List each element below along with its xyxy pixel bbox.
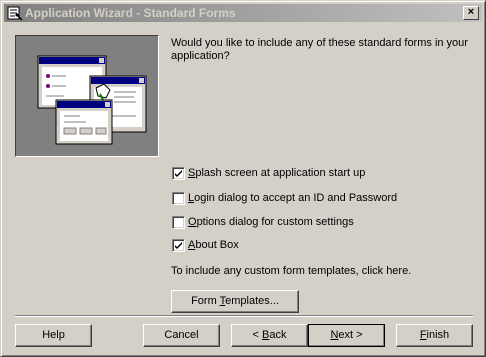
help-button[interactable]: Help bbox=[15, 324, 92, 347]
form-templates-label: Form Templates... bbox=[191, 295, 279, 307]
finish-label: Finish bbox=[419, 329, 450, 341]
back-button[interactable]: < Back bbox=[231, 324, 308, 347]
cancel-label: Cancel bbox=[164, 329, 199, 341]
checkmark-icon bbox=[175, 241, 182, 249]
splash-screen-checkbox[interactable] bbox=[172, 166, 185, 180]
window-title: Application Wizard - Standard Forms bbox=[25, 6, 236, 20]
forms-illustration bbox=[15, 35, 159, 157]
login-dialog-option[interactable]: Login dialog to accept an ID and Passwor… bbox=[172, 191, 397, 205]
about-box-option[interactable]: About Box bbox=[172, 238, 239, 252]
splash-screen-label: Splash screen at application start up bbox=[188, 167, 366, 179]
back-label: < Back bbox=[252, 329, 287, 341]
custom-templates-hint: To include any custom form templates, cl… bbox=[171, 265, 412, 277]
splash-screen-option[interactable]: Splash screen at application start up bbox=[172, 166, 365, 180]
next-label: Next > bbox=[330, 329, 363, 341]
options-dialog-option[interactable]: Options dialog for custom settings bbox=[172, 215, 354, 229]
next-button[interactable]: Next > bbox=[308, 324, 385, 347]
standard-forms-illustration-icon bbox=[37, 55, 147, 145]
wizard-window: Application Wizard - Standard Forms × Wo… bbox=[0, 0, 486, 357]
about-box-label: About Box bbox=[188, 239, 239, 251]
login-dialog-label: Login dialog to accept an ID and Passwor… bbox=[188, 192, 398, 204]
close-button[interactable]: × bbox=[463, 6, 479, 20]
about-box-checkbox[interactable] bbox=[172, 238, 185, 252]
close-icon: × bbox=[467, 6, 475, 18]
help-label: Help bbox=[42, 329, 65, 341]
footer-separator bbox=[15, 315, 473, 317]
login-dialog-checkbox[interactable] bbox=[172, 191, 185, 205]
question-text: Would you like to include any of these s… bbox=[171, 37, 468, 62]
cancel-button[interactable]: Cancel bbox=[143, 324, 220, 347]
wizard-app-icon bbox=[7, 6, 23, 21]
options-dialog-checkbox[interactable] bbox=[172, 215, 185, 229]
form-templates-button[interactable]: Form Templates... bbox=[171, 290, 299, 313]
checkmark-icon bbox=[175, 169, 182, 177]
finish-button[interactable]: Finish bbox=[396, 324, 473, 347]
title-bar[interactable]: Application Wizard - Standard Forms × bbox=[4, 4, 482, 22]
options-dialog-label: Options dialog for custom settings bbox=[188, 216, 354, 228]
